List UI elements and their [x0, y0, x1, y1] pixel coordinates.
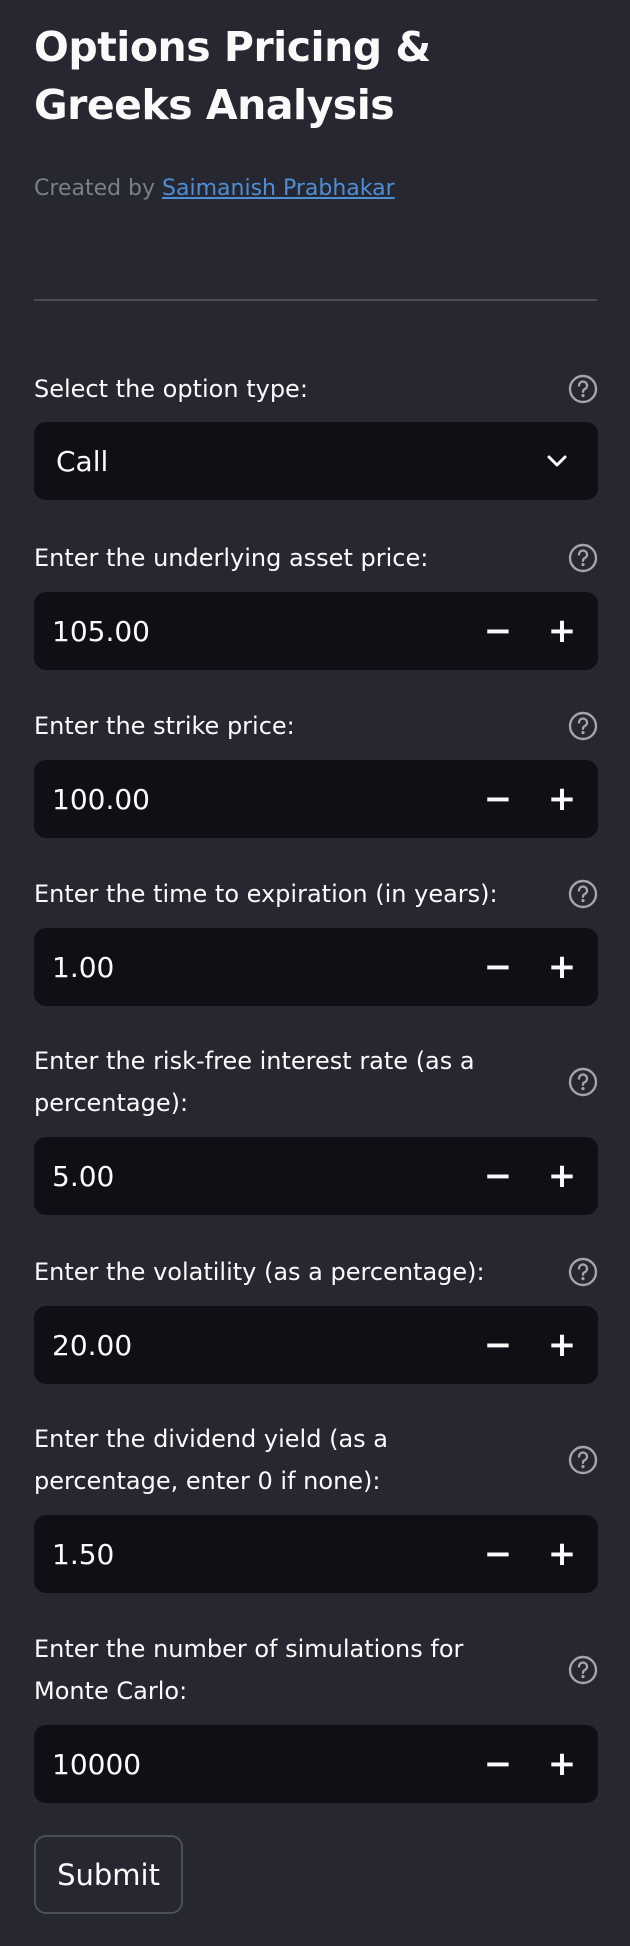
simulations-value[interactable]: 10000 [34, 1748, 466, 1781]
help-icon[interactable] [568, 879, 598, 909]
chevron-down-icon [547, 455, 567, 467]
help-icon[interactable] [568, 543, 598, 573]
simulations-label: Enter the number of simulations for Mont… [34, 1635, 464, 1705]
help-icon[interactable] [568, 1257, 598, 1287]
option-type-field: Select the option type: Call [34, 368, 598, 500]
sidebar: Options Pricing & Greeks Analysis Create… [0, 0, 630, 1946]
decrement-button[interactable]: − [466, 592, 530, 670]
strike-price-value[interactable]: 100.00 [34, 783, 466, 816]
help-icon[interactable] [568, 711, 598, 741]
increment-button[interactable]: + [530, 1725, 594, 1803]
asset-price-value[interactable]: 105.00 [34, 615, 466, 648]
option-type-select[interactable]: Call [34, 422, 598, 500]
author-link[interactable]: Saimanish Prabhakar [162, 176, 395, 201]
risk-free-rate-input[interactable]: 5.00 − + [34, 1137, 598, 1215]
credit-line: Created by Saimanish Prabhakar [34, 174, 596, 204]
submit-button[interactable]: Submit [34, 1835, 183, 1914]
decrement-button[interactable]: − [466, 1725, 530, 1803]
risk-free-rate-label: Enter the risk-free interest rate (as a … [34, 1047, 475, 1117]
credit-prefix: Created by [34, 176, 163, 201]
option-type-value: Call [56, 444, 109, 478]
help-icon[interactable] [568, 1445, 598, 1475]
app-title: Options Pricing & Greeks Analysis [34, 23, 431, 129]
volatility-input[interactable]: 20.00 − + [34, 1306, 598, 1384]
increment-button[interactable]: + [530, 928, 594, 1006]
simulations-field: Enter the number of simulations for Mont… [34, 1628, 598, 1803]
time-to-expiration-field: Enter the time to expiration (in years):… [34, 873, 598, 1006]
decrement-button[interactable]: − [466, 928, 530, 1006]
decrement-button[interactable]: − [466, 760, 530, 838]
asset-price-label: Enter the underlying asset price: [34, 544, 429, 572]
help-icon[interactable] [568, 1655, 598, 1685]
strike-price-label: Enter the strike price: [34, 712, 295, 740]
asset-price-input[interactable]: 105.00 − + [34, 592, 598, 670]
increment-button[interactable]: + [530, 1137, 594, 1215]
risk-free-rate-field: Enter the risk-free interest rate (as a … [34, 1040, 598, 1215]
increment-button[interactable]: + [530, 592, 594, 670]
dividend-yield-field: Enter the dividend yield (as a percentag… [34, 1418, 598, 1593]
asset-price-field: Enter the underlying asset price: 105.00… [34, 537, 598, 670]
decrement-button[interactable]: − [466, 1306, 530, 1384]
dividend-yield-input[interactable]: 1.50 − + [34, 1515, 598, 1593]
help-icon[interactable] [568, 1067, 598, 1097]
increment-button[interactable]: + [530, 1306, 594, 1384]
decrement-button[interactable]: − [466, 1137, 530, 1215]
divider [34, 299, 597, 301]
time-to-expiration-label: Enter the time to expiration (in years): [34, 880, 498, 908]
strike-price-input[interactable]: 100.00 − + [34, 760, 598, 838]
simulations-input[interactable]: 10000 − + [34, 1725, 598, 1803]
dividend-yield-label: Enter the dividend yield (as a percentag… [34, 1425, 388, 1495]
increment-button[interactable]: + [530, 1515, 594, 1593]
time-to-expiration-value[interactable]: 1.00 [34, 951, 466, 984]
risk-free-rate-value[interactable]: 5.00 [34, 1160, 466, 1193]
volatility-field: Enter the volatility (as a percentage): … [34, 1251, 598, 1384]
time-to-expiration-input[interactable]: 1.00 − + [34, 928, 598, 1006]
dividend-yield-value[interactable]: 1.50 [34, 1538, 466, 1571]
increment-button[interactable]: + [530, 760, 594, 838]
strike-price-field: Enter the strike price: 100.00 − + [34, 705, 598, 838]
volatility-value[interactable]: 20.00 [34, 1329, 466, 1362]
decrement-button[interactable]: − [466, 1515, 530, 1593]
volatility-label: Enter the volatility (as a percentage): [34, 1258, 485, 1286]
help-icon[interactable] [568, 374, 598, 404]
option-type-label: Select the option type: [34, 375, 308, 403]
